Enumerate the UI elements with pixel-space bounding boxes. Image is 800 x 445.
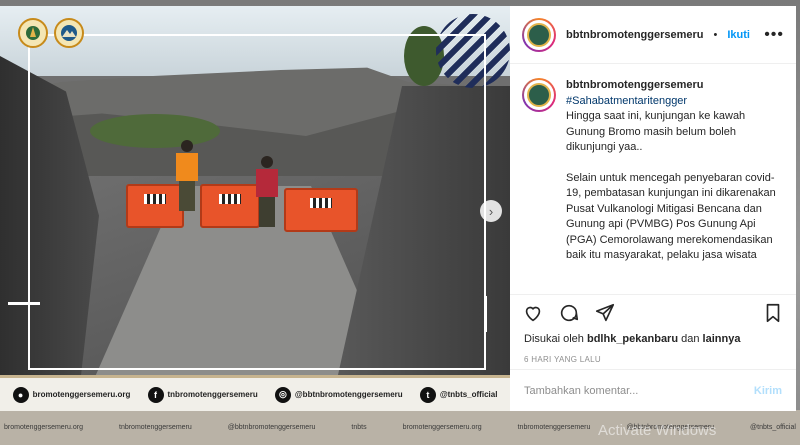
social-facebook: f tnbromotenggersemeru [147,386,258,403]
caption-username[interactable]: bbtnbromotenggersemeru [566,78,784,94]
social-twitter: t @tnbts_official [419,386,498,403]
social-label: @bbtnbromotenggersemeru [294,390,403,399]
post-side-panel: bbtnbromotenggersemeru • Ikuti ••• bbtnb… [510,6,796,411]
website-icon: ● [12,386,29,403]
caption-avatar[interactable] [522,78,556,112]
heart-icon[interactable] [522,302,544,324]
post-caption: bbtnbromotenggersemeru #Sahabatmentarite… [510,64,796,290]
activate-windows-watermark: Activate Windows [598,422,717,439]
caption-hashtag[interactable]: #Sahabatmentaritengger [566,94,784,110]
likes-conj: dan [681,333,700,345]
ministry-logo-icon [18,18,48,48]
likes-summary: Disukai oleh bdlhk_pekanbaru dan lainnya [510,333,796,345]
chevron-right-icon: › [488,203,494,219]
action-icons [510,295,796,331]
social-label: @tnbts_official [439,390,498,399]
post-actions: Disukai oleh bdlhk_pekanbaru dan lainnya… [510,294,796,411]
social-instagram: ◎ @bbtnbromotenggersemeru [274,386,403,403]
comment-icon[interactable] [558,302,580,324]
likes-others-link[interactable]: lainnya [703,333,741,345]
twitter-icon: t [419,386,436,403]
caption-paragraph: Selain untuk mencegah penyebaran covid-1… [566,171,776,262]
post-comment-button[interactable]: Kirim [754,385,782,397]
liker-username[interactable]: bdlhk_pekanbaru [587,333,678,345]
bookmark-icon[interactable] [762,302,784,324]
separator-dot: • [713,28,718,41]
backdrop-strip-text: tnbromotenggersemeru [517,424,591,431]
frame-accent [8,302,40,305]
photo-social-bar: ● bromotenggersemeru.org f tnbromotengge… [0,375,510,411]
follow-button[interactable]: Ikuti [727,29,750,41]
white-frame [28,34,486,370]
post-header: bbtnbromotenggersemeru • Ikuti ••• [510,6,796,64]
backdrop-strip-text: bromotenggersemeru.org [402,424,482,431]
header-username[interactable]: bbtnbromotenggersemeru [566,29,704,41]
instagram-icon: ◎ [274,386,291,403]
caption-text: bbtnbromotenggersemeru #Sahabatmentarite… [566,78,784,276]
social-website: ● bromotenggersemeru.org [12,386,131,403]
social-label: tnbromotenggersemeru [167,390,258,399]
more-options-icon[interactable]: ••• [764,26,784,44]
caption-paragraph: Hingga saat ini, kunjungan ke kawah Gunu… [566,110,746,153]
backdrop-strip-text: tnbts [351,424,367,431]
comment-input[interactable] [524,384,754,397]
backdrop-strip-text: tnbromotenggersemeru [119,424,192,431]
frame-accent [484,296,487,332]
next-image-button[interactable]: › [480,200,502,222]
backdrop-strip-text: @tnbts_official [750,424,796,431]
post-timestamp[interactable]: 6 HARI YANG LALU [510,355,796,364]
post-modal: › ● bromotenggersemeru.org f tnbromoteng… [0,6,796,411]
share-icon[interactable] [594,302,616,324]
backdrop-strip-text: bromotenggersemeru.org [4,424,83,431]
park-logo-icon [54,18,84,48]
likes-prefix: Disukai oleh [524,333,584,345]
backdrop-strip-text: @bbtnbromotenggersemeru [227,424,316,431]
avatar[interactable] [522,17,556,52]
social-label: bromotenggersemeru.org [32,390,131,399]
facebook-icon: f [147,386,164,403]
comment-bar: Kirim [510,369,796,411]
post-photo[interactable]: › ● bromotenggersemeru.org f tnbromoteng… [0,6,510,411]
